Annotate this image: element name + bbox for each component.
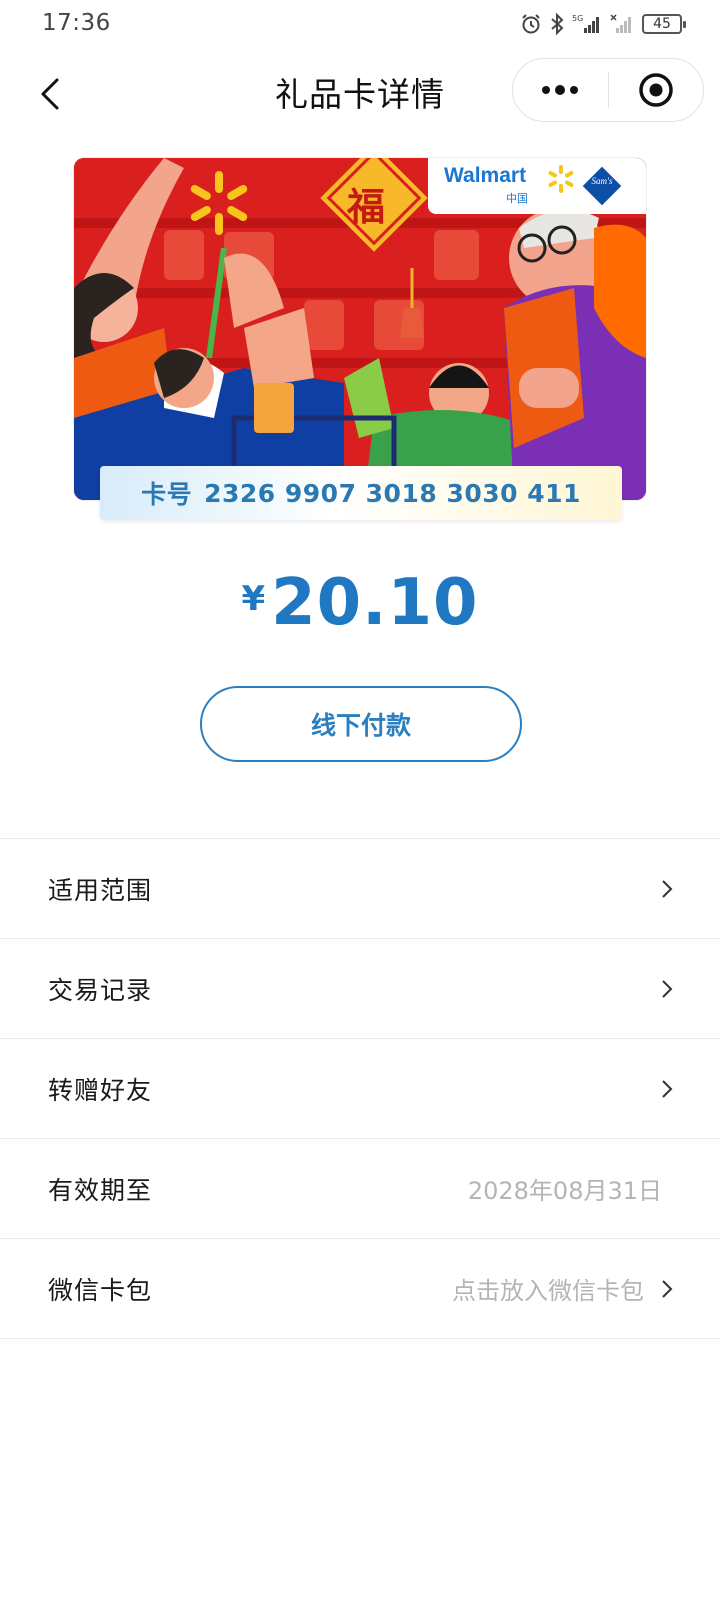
chevron-right-icon <box>658 875 676 903</box>
balance-value: 20.10 <box>271 566 479 640</box>
list-item-value: 点击放入微信卡包 <box>452 1277 644 1305</box>
battery-icon: 45 <box>642 14 686 34</box>
svg-text:福: 福 <box>346 184 385 229</box>
card-number-label: 卡号 <box>141 480 193 509</box>
signal-icon <box>610 13 634 35</box>
status-time: 17:36 <box>42 10 111 36</box>
balance-amount: ¥20.10 <box>0 566 720 640</box>
walmart-spark-icon <box>548 165 574 193</box>
card-options-list: 适用范围 交易记录 转赠好友 有效期至 2028年08月31日 微信卡包 点击放… <box>0 838 720 1339</box>
sams-logo-text: Sam's <box>591 176 613 186</box>
chevron-right-icon <box>658 1075 676 1103</box>
list-item-label: 微信卡包 <box>48 1275 153 1305</box>
more-button[interactable] <box>513 59 608 121</box>
card-number-value: 2326 9907 3018 3030 411 <box>204 478 581 508</box>
list-item-label: 有效期至 <box>48 1175 153 1205</box>
currency-symbol: ¥ <box>241 579 266 619</box>
target-close-icon <box>639 73 673 107</box>
list-item-label: 交易记录 <box>48 975 153 1005</box>
offline-pay-button[interactable]: 线下付款 <box>200 686 522 762</box>
gift-card-artwork: 福 Walmart 中国 Sam's <box>74 158 646 500</box>
expiry-date: 2028年08月31日 <box>467 1177 662 1205</box>
list-item-label: 适用范围 <box>48 875 153 905</box>
list-item-scope[interactable]: 适用范围 <box>0 839 720 939</box>
more-dots-icon <box>542 85 579 95</box>
list-item-transactions[interactable]: 交易记录 <box>0 939 720 1039</box>
card-number: 卡号 2326 9907 3018 3030 411 <box>100 466 622 520</box>
walmart-logo-subtext: 中国 <box>506 192 528 205</box>
sams-club-logo-icon <box>581 165 623 207</box>
bluetooth-icon <box>550 13 564 35</box>
chevron-right-icon <box>658 975 676 1003</box>
list-item-wechat-card-wallet[interactable]: 微信卡包 点击放入微信卡包 <box>0 1239 720 1339</box>
nav-bar: 礼品卡详情 <box>0 50 720 138</box>
status-bar: 17:36 5G 45 <box>0 0 720 50</box>
signal-5g-icon: 5G <box>572 13 602 35</box>
svg-text:5G: 5G <box>572 14 583 23</box>
gift-card: 福 Walmart 中国 Sam's <box>74 158 646 500</box>
list-item-gift-to-friend[interactable]: 转赠好友 <box>0 1039 720 1139</box>
alarm-icon <box>520 13 542 35</box>
status-icons: 5G 45 <box>520 10 686 38</box>
mini-program-capsule <box>512 58 704 122</box>
chevron-right-icon <box>658 1275 676 1303</box>
list-item-label: 转赠好友 <box>48 1075 153 1105</box>
close-mini-program-button[interactable] <box>609 59 704 121</box>
list-item-expiry: 有效期至 2028年08月31日 <box>0 1139 720 1239</box>
brand-box: Walmart 中国 Sam's <box>428 158 646 214</box>
walmart-logo-text: Walmart <box>444 164 527 187</box>
